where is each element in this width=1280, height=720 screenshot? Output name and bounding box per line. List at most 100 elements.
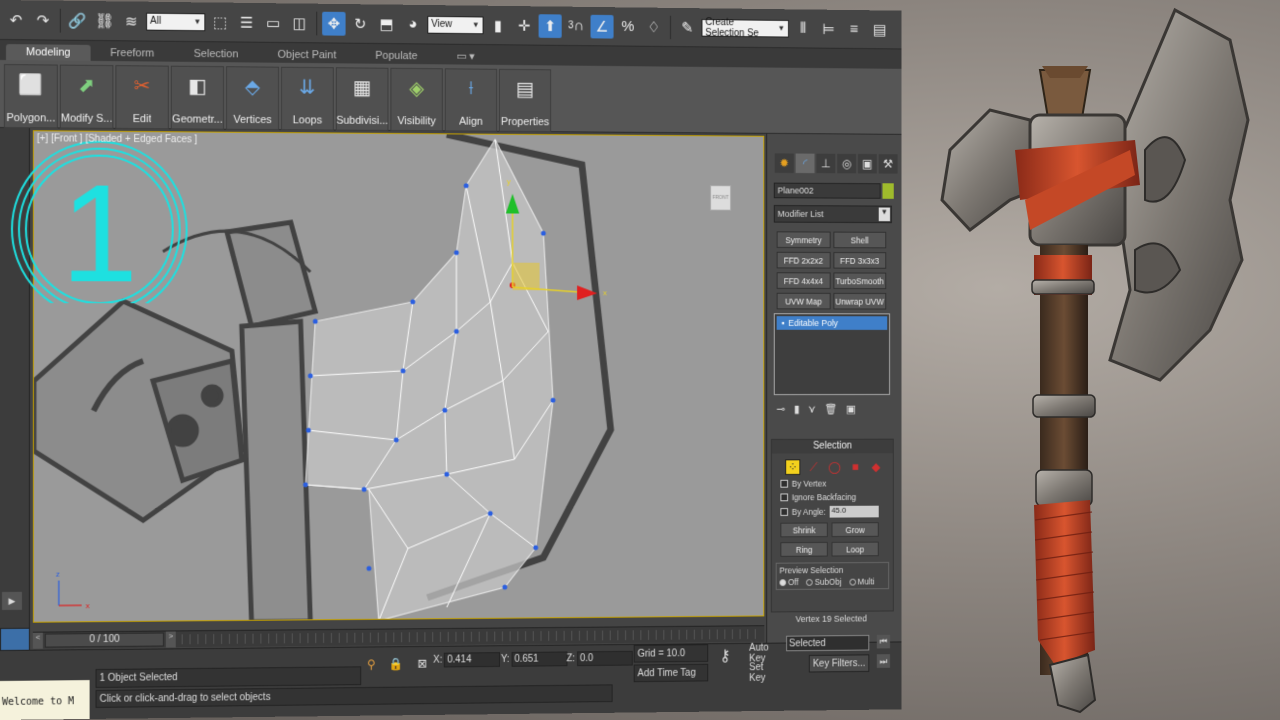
move-icon[interactable]: ✥ xyxy=(322,11,346,36)
object-color-swatch[interactable] xyxy=(882,183,894,199)
motion-tab-icon[interactable]: ◎ xyxy=(837,153,857,174)
hierarchy-tab-icon[interactable]: ⊥ xyxy=(816,153,836,174)
object-name-field[interactable]: Plane002 xyxy=(773,182,881,199)
edit-button[interactable]: ✂ Edit xyxy=(115,65,169,130)
next-frame-icon[interactable]: > xyxy=(165,631,176,648)
loop-button[interactable]: Loop xyxy=(831,541,879,557)
subdivision-button[interactable]: ▦ Subdivisi... xyxy=(335,67,389,131)
redo-icon[interactable]: ↷ xyxy=(31,8,55,32)
vertex-mode-icon[interactable]: ⁘ xyxy=(785,459,801,475)
edit-named-selection-icon[interactable]: ✎ xyxy=(676,15,699,39)
selection-filter-dropdown[interactable]: All ▼ xyxy=(146,12,206,31)
bind-spacewarp-icon[interactable]: ≋ xyxy=(119,9,143,33)
spinner-snap-icon[interactable]: ♢ xyxy=(642,15,665,39)
tab-object-paint[interactable]: Object Paint xyxy=(258,47,356,64)
lock-icon[interactable]: 🔒 xyxy=(389,657,404,671)
link-icon[interactable]: 🔗 xyxy=(66,8,90,32)
modify-selection-button[interactable]: ⬈ Modify S... xyxy=(59,64,114,129)
unwrap-uvw-button[interactable]: Unwrap UVW xyxy=(832,292,887,310)
shell-button[interactable]: Shell xyxy=(832,231,887,249)
tab-selection[interactable]: Selection xyxy=(174,46,258,63)
y-field[interactable]: 0.651 xyxy=(511,651,568,667)
uvw-map-button[interactable]: UVW Map xyxy=(776,292,831,310)
create-tab-icon[interactable]: ✹ xyxy=(774,153,794,173)
polygon-mode-icon[interactable]: ■ xyxy=(848,459,863,475)
keyboard-shortcut-override-icon[interactable]: ⬆ xyxy=(538,13,562,38)
polygon-modeling-button[interactable]: ⬜ Polygon... xyxy=(3,64,58,129)
preview-multi-radio[interactable]: Multi xyxy=(849,577,874,587)
show-end-result-icon[interactable]: ▮ xyxy=(794,403,800,416)
align-button[interactable]: ⟊ Align xyxy=(444,68,498,132)
geometry-button[interactable]: ◧ Geometr... xyxy=(170,65,225,130)
ribbon-options-icon[interactable]: ▭ ▾ xyxy=(437,48,494,65)
display-tab-icon[interactable]: ▣ xyxy=(857,153,877,174)
add-time-tag[interactable]: Add Time Tag xyxy=(633,663,709,683)
shrink-button[interactable]: Shrink xyxy=(780,522,828,538)
align-icon[interactable]: ⊨ xyxy=(817,17,840,41)
undo-icon[interactable]: ↶ xyxy=(4,8,28,32)
visibility-button[interactable]: ◈ Visibility xyxy=(390,67,443,132)
border-mode-icon[interactable]: ◯ xyxy=(827,459,842,475)
pivot-icon[interactable]: ▮ xyxy=(486,13,509,37)
snaps-toggle-icon[interactable]: 3 ∩ xyxy=(565,14,588,38)
ignore-backfacing-checkbox[interactable]: Ignore Backfacing xyxy=(780,492,892,502)
percent-snap-icon[interactable]: % xyxy=(616,15,639,39)
make-unique-icon[interactable]: ⋎ xyxy=(808,403,816,416)
rollout-title[interactable]: Selection xyxy=(771,439,893,454)
key-icon[interactable]: ⚷ xyxy=(720,646,731,666)
z-field[interactable]: 0.0 xyxy=(576,650,633,667)
scale-icon[interactable]: ⬒ xyxy=(375,12,398,36)
ffd3-button[interactable]: FFD 3x3x3 xyxy=(832,252,887,269)
maxscript-listener[interactable]: Welcome to M xyxy=(0,680,90,720)
tab-populate[interactable]: Populate xyxy=(356,48,437,65)
place-icon[interactable]: ◕ xyxy=(401,12,424,36)
modifier-list-dropdown[interactable]: Modifier List ▼ xyxy=(773,205,892,224)
by-angle-checkbox[interactable]: By Angle: 45.0 xyxy=(780,505,892,518)
go-to-start-icon[interactable]: ⏮ xyxy=(876,634,891,649)
turbosmooth-button[interactable]: TurboSmooth xyxy=(832,272,887,290)
utilities-tab-icon[interactable]: ⚒ xyxy=(878,154,898,174)
select-manipulate-icon[interactable]: ✛ xyxy=(513,13,536,37)
loops-button[interactable]: ⇊ Loops xyxy=(281,66,334,131)
window-crossing-icon[interactable]: ◫ xyxy=(288,11,311,35)
symmetry-button[interactable]: Symmetry xyxy=(776,231,831,249)
viewcube[interactable]: FRONT xyxy=(710,185,732,211)
transform-mode-icon[interactable]: ⊠ xyxy=(417,657,427,671)
modify-tab-icon[interactable]: ◜ xyxy=(795,153,815,174)
ref-coord-dropdown[interactable]: View ▼ xyxy=(427,15,484,34)
vertices-button[interactable]: ⬘ Vertices xyxy=(226,66,280,131)
go-to-end-icon[interactable]: ⏭ xyxy=(876,654,891,668)
named-selection-dropdown[interactable]: Create Selection Se ▼ xyxy=(701,17,789,39)
unlink-icon[interactable]: ⛓ xyxy=(93,9,117,33)
isolate-icon[interactable]: ⚲ xyxy=(367,657,376,671)
tab-modeling[interactable]: Modeling xyxy=(5,44,91,61)
properties-button[interactable]: ▤ Properties xyxy=(499,68,552,133)
tab-freeform[interactable]: Freeform xyxy=(90,45,174,62)
edge-mode-icon[interactable]: ⟋ xyxy=(806,459,821,475)
select-by-name-icon[interactable]: ☰ xyxy=(235,10,259,34)
configure-sets-icon[interactable]: ▣ xyxy=(846,403,856,416)
angle-snap-icon[interactable]: ∠ xyxy=(590,14,614,39)
region-select-icon[interactable]: ▭ xyxy=(261,11,285,35)
viewport-label[interactable]: [+] [Front ] [Shaded + Edged Faces ] xyxy=(37,133,197,145)
element-mode-icon[interactable]: ◆ xyxy=(868,459,883,475)
track-bar[interactable] xyxy=(181,629,763,645)
scene-explorer-icon[interactable]: ▤ xyxy=(868,18,891,42)
x-field[interactable]: 0.414 xyxy=(444,652,501,668)
select-object-icon[interactable]: ⬚ xyxy=(208,10,232,34)
remove-modifier-icon[interactable]: 🗑 xyxy=(824,403,837,416)
ring-button[interactable]: Ring xyxy=(780,541,828,557)
auto-key-button[interactable]: Auto Key xyxy=(746,640,784,665)
key-filters-button[interactable]: Key Filters... xyxy=(808,654,870,673)
set-key-button[interactable]: Set Key xyxy=(746,659,784,684)
by-vertex-checkbox[interactable]: By Vertex xyxy=(780,478,892,489)
mirror-icon[interactable]: ⫴ xyxy=(792,17,815,41)
preview-subobj-radio[interactable]: SubObj xyxy=(806,577,842,587)
rotate-icon[interactable]: ↻ xyxy=(348,12,371,36)
grow-button[interactable]: Grow xyxy=(831,522,879,538)
prev-frame-icon[interactable]: < xyxy=(32,632,43,649)
preview-off-radio[interactable]: Off xyxy=(779,577,799,587)
play-icon[interactable]: ▶ xyxy=(1,591,22,610)
pin-stack-icon[interactable]: ⊸ xyxy=(777,403,786,416)
angle-spinner[interactable]: 45.0 xyxy=(829,505,879,518)
